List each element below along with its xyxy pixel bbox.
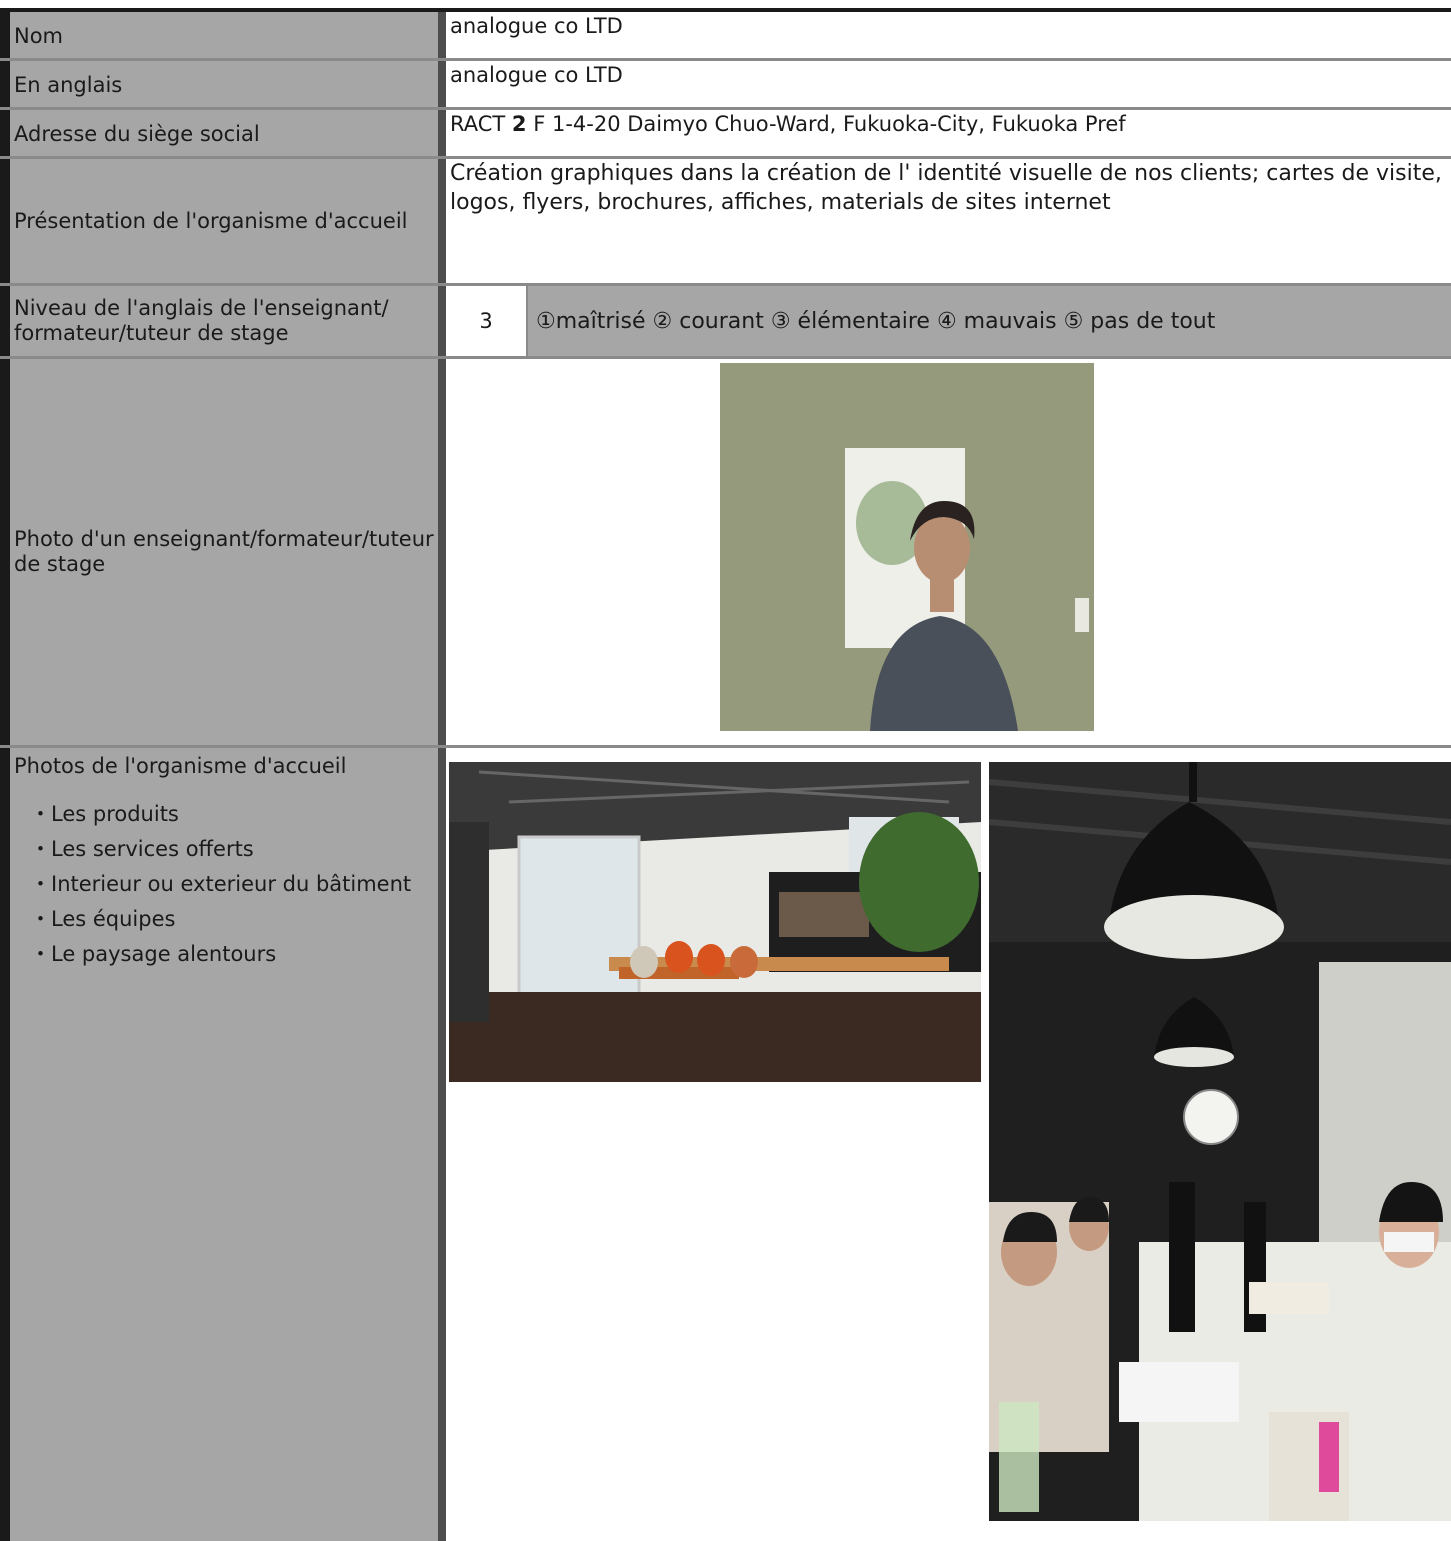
column-divider	[438, 110, 446, 156]
list-item: ・Les services offerts	[30, 837, 254, 861]
address-prefix: RACT	[450, 112, 512, 136]
column-divider	[438, 359, 446, 745]
row-adresse: Adresse du siège social RACT 2 F 1-4-20 …	[0, 110, 1451, 156]
row-presentation: Présentation de l'organisme d'accueil Cr…	[0, 159, 1451, 283]
list-item: ・Le paysage alentours	[30, 942, 277, 966]
column-divider	[438, 61, 446, 107]
office-team-image	[989, 762, 1451, 1521]
list-item: ・Les produits	[30, 802, 179, 826]
list-item: ・Les équipes	[30, 907, 176, 931]
office-interior-image	[449, 762, 981, 1082]
label-photo-tuteur: Photo d'un enseignant/formateur/tuteur d…	[0, 359, 438, 745]
column-divider	[438, 748, 446, 1541]
organisme-sheet: Nom analogue co LTD En anglais analogue …	[0, 8, 1451, 1541]
row-en-anglais: En anglais analogue co LTD	[0, 61, 1451, 107]
label-nom: Nom	[0, 12, 438, 58]
label-presentation-text: Présentation de l'organisme d'accueil	[14, 208, 408, 233]
label-photos-organisme: Photos de l'organisme d'accueil ・Les pro…	[0, 748, 438, 1541]
row-photos-organisme: Photos de l'organisme d'accueil ・Les pro…	[0, 748, 1451, 1541]
row-niveau: Niveau de l'anglais de l'enseignant/ for…	[0, 286, 1451, 356]
value-adresse: RACT 2 F 1-4-20 Daimyo Chuo-Ward, Fukuok…	[446, 110, 1451, 156]
column-divider	[438, 159, 446, 283]
office-team-photo	[989, 762, 1451, 1521]
english-level-value: 3	[446, 286, 528, 356]
list-item: ・Interieur ou exterieur du bâtiment	[30, 872, 412, 896]
english-level-scale: ①maîtrisé ② courant ③ élémentaire ④ mauv…	[528, 286, 1451, 356]
office-interior-photo	[449, 762, 981, 1082]
value-en-anglais: analogue co LTD	[446, 61, 1451, 107]
address-suffix: F 1-4-20 Daimyo Chuo-Ward, Fukuoka-City,…	[526, 112, 1126, 136]
value-nom: analogue co LTD	[446, 12, 1451, 58]
label-en-anglais: En anglais	[0, 61, 438, 107]
photo-topics-list: ・Les produits ・Les services offerts ・Int…	[14, 797, 438, 972]
column-divider	[438, 12, 446, 58]
address-floor: 2	[511, 112, 527, 136]
value-presentation: Création graphiques dans la création de …	[446, 159, 1451, 283]
column-divider	[438, 286, 446, 356]
label-presentation: Présentation de l'organisme d'accueil	[0, 159, 438, 283]
label-adresse: Adresse du siège social	[0, 110, 438, 156]
tutor-photo-image	[720, 363, 1094, 731]
row-nom: Nom analogue co LTD	[0, 12, 1451, 58]
row-photo-tuteur: Photo d'un enseignant/formateur/tuteur d…	[0, 359, 1451, 745]
label-photo-tuteur-text: Photo d'un enseignant/formateur/tuteur d…	[14, 527, 434, 576]
label-niveau: Niveau de l'anglais de l'enseignant/ for…	[0, 286, 438, 356]
tutor-photo	[720, 363, 1094, 731]
label-niveau-text: Niveau de l'anglais de l'enseignant/ for…	[14, 296, 389, 345]
label-photos-organisme-title: Photos de l'organisme d'accueil	[14, 754, 347, 778]
